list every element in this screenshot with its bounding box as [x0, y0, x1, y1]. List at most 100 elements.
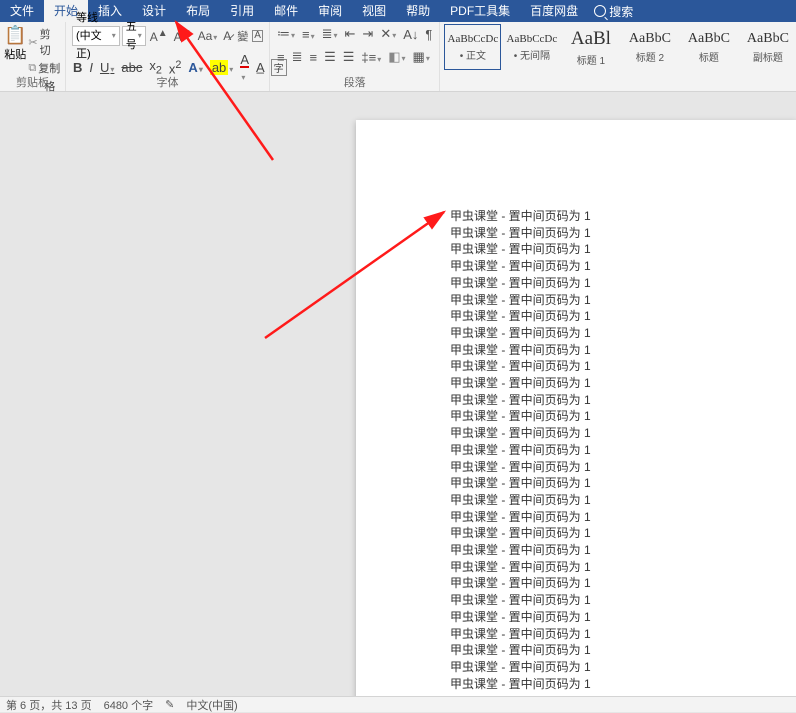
document-line[interactable]: 甲虫课堂 - 置中间页码为 1	[450, 408, 796, 425]
tell-me-search[interactable]: 搜索	[594, 3, 633, 20]
decrease-indent-button[interactable]: ⇤	[344, 26, 357, 42]
asian-layout-button[interactable]: ✕▾	[379, 26, 397, 42]
menu-tab-8[interactable]: 视图	[352, 0, 396, 22]
menu-tab-6[interactable]: 邮件	[264, 0, 308, 22]
clipboard-group: 📋 粘贴 ✂剪切 ⧉复制 🖌格式刷 剪贴板	[0, 22, 66, 91]
numbering-button[interactable]: ≡▾	[301, 27, 316, 42]
text-effects-button[interactable]: A▾	[187, 60, 203, 75]
style-item-2[interactable]: AaBl 标题 1	[562, 24, 619, 70]
document-line[interactable]: 甲虫课堂 - 置中间页码为 1	[450, 559, 796, 576]
justify-button[interactable]: ☰	[323, 49, 337, 65]
document-line[interactable]: 甲虫课堂 - 置中间页码为 1	[450, 292, 796, 309]
clear-formatting-button[interactable]: A̷	[221, 29, 233, 43]
align-left-button[interactable]: ≡	[276, 50, 286, 65]
document-page[interactable]: 甲虫课堂 - 置中间页码为 1甲虫课堂 - 置中间页码为 1甲虫课堂 - 置中间…	[356, 120, 796, 696]
document-line[interactable]: 甲虫课堂 - 置中间页码为 1	[450, 425, 796, 442]
document-line[interactable]: 甲虫课堂 - 置中间页码为 1	[450, 642, 796, 659]
document-line[interactable]: 甲虫课堂 - 置中间页码为 1	[450, 542, 796, 559]
document-line[interactable]: 甲虫课堂 - 置中间页码为 1	[450, 392, 796, 409]
document-line[interactable]: 甲虫课堂 - 置中间页码为 1	[450, 609, 796, 626]
align-center-button[interactable]: ≣	[291, 49, 304, 65]
strikethrough-button[interactable]: abc	[120, 60, 143, 75]
menu-tab-4[interactable]: 布局	[176, 0, 220, 22]
cut-button[interactable]: ✂剪切	[28, 26, 61, 58]
document-canvas[interactable]: 甲虫课堂 - 置中间页码为 1甲虫课堂 - 置中间页码为 1甲虫课堂 - 置中间…	[0, 92, 796, 696]
style-item-4[interactable]: AaBbC标题	[680, 24, 737, 70]
change-case-button[interactable]: Aa▾	[196, 29, 220, 43]
word-count[interactable]: 6480 个字	[104, 697, 154, 713]
bold-button[interactable]: B	[72, 60, 83, 75]
sort-button[interactable]: A↓	[402, 27, 419, 42]
font-size-combo[interactable]: 五号▾	[122, 26, 146, 46]
document-line[interactable]: 甲虫课堂 - 置中间页码为 1	[450, 375, 796, 392]
style-label: 标题	[699, 49, 719, 64]
document-line[interactable]: 甲虫课堂 - 置中间页码为 1	[450, 492, 796, 509]
style-label: 标题 2	[636, 49, 664, 64]
shading-button[interactable]: ◧▾	[387, 49, 406, 65]
style-preview: AaBbC	[629, 31, 671, 47]
menu-tab-3[interactable]: 设计	[132, 0, 176, 22]
line-spacing-button[interactable]: ‡≡▾	[360, 50, 382, 65]
highlight-button[interactable]: ab▾	[209, 60, 234, 75]
document-line[interactable]: 甲虫课堂 - 置中间页码为 1	[450, 575, 796, 592]
paste-button[interactable]: 📋 粘贴	[4, 24, 26, 62]
document-line[interactable]: 甲虫课堂 - 置中间页码为 1	[450, 241, 796, 258]
document-line[interactable]: 甲虫课堂 - 置中间页码为 1	[450, 342, 796, 359]
italic-button[interactable]: I	[88, 60, 94, 75]
phonetic-guide-button[interactable]: 變	[235, 28, 250, 44]
document-line[interactable]: 甲虫课堂 - 置中间页码为 1	[450, 208, 796, 225]
style-item-0[interactable]: AaBbCcDc• 正文	[444, 24, 501, 70]
document-line[interactable]: 甲虫课堂 - 置中间页码为 1	[450, 475, 796, 492]
document-line[interactable]: 甲虫课堂 - 置中间页码为 1	[450, 626, 796, 643]
chevron-down-icon: ▾	[112, 27, 116, 45]
borders-button[interactable]: ▦▾	[412, 49, 431, 65]
style-preview: AaBbCcDc	[507, 33, 558, 45]
chevron-down-icon: ▾	[138, 27, 142, 45]
style-item-1[interactable]: AaBbCcDc• 无间隔	[503, 24, 560, 70]
document-line[interactable]: 甲虫课堂 - 置中间页码为 1	[450, 358, 796, 375]
font-name-combo[interactable]: 等线 (中文正)▾	[72, 26, 120, 46]
style-item-5[interactable]: AaBbC副标题	[739, 24, 796, 70]
document-line[interactable]: 甲虫课堂 - 置中间页码为 1	[450, 459, 796, 476]
font-group: 等线 (中文正)▾ 五号▾ A▲ A▼ Aa▾ A̷ 變 A B I U▾ ab…	[66, 22, 270, 91]
menu-tab-11[interactable]: 百度网盘	[520, 0, 588, 22]
paragraph-group: ≔▾ ≡▾ ≣▾ ⇤ ⇥ ✕▾ A↓ ¶ ≡ ≣ ≡ ☰ ☰ ‡≡▾ ◧▾ ▦▾…	[270, 22, 440, 91]
style-preview: AaBl	[571, 28, 611, 50]
menu-tab-0[interactable]: 文件	[0, 0, 44, 22]
bullets-button[interactable]: ≔▾	[276, 26, 296, 42]
grow-font-button[interactable]: A▲	[148, 28, 170, 44]
underline-button[interactable]: U▾	[99, 60, 115, 75]
style-label: 标题 1	[577, 52, 605, 67]
document-line[interactable]: 甲虫课堂 - 置中间页码为 1	[450, 676, 796, 693]
char-shading-button[interactable]: A̲	[255, 60, 266, 75]
menu-tab-9[interactable]: 帮助	[396, 0, 440, 22]
document-line[interactable]: 甲虫课堂 - 置中间页码为 1	[450, 659, 796, 676]
document-line[interactable]: 甲虫课堂 - 置中间页码为 1	[450, 308, 796, 325]
menu-tab-5[interactable]: 引用	[220, 0, 264, 22]
proofing-icon[interactable]: ✎	[165, 698, 174, 711]
document-line[interactable]: 甲虫课堂 - 置中间页码为 1	[450, 225, 796, 242]
document-line[interactable]: 甲虫课堂 - 置中间页码为 1	[450, 275, 796, 292]
style-item-3[interactable]: AaBbC 标题 2	[621, 24, 678, 70]
show-marks-button[interactable]: ¶	[424, 27, 433, 42]
document-line[interactable]: 甲虫课堂 - 置中间页码为 1	[450, 325, 796, 342]
document-line[interactable]: 甲虫课堂 - 置中间页码为 1	[450, 509, 796, 526]
scissors-icon: ✂	[28, 36, 37, 49]
page-info[interactable]: 第 6 页，共 13 页	[6, 697, 92, 713]
distribute-button[interactable]: ☰	[342, 49, 356, 65]
align-right-button[interactable]: ≡	[308, 50, 318, 65]
language-status[interactable]: 中文(中国)	[186, 697, 237, 713]
enclose-char-button[interactable]: A	[252, 30, 263, 42]
style-preview: AaBbC	[747, 31, 789, 47]
document-line[interactable]: 甲虫课堂 - 置中间页码为 1	[450, 258, 796, 275]
document-line[interactable]: 甲虫课堂 - 置中间页码为 1	[450, 442, 796, 459]
multilevel-list-button[interactable]: ≣▾	[321, 26, 339, 42]
copy-icon: ⧉	[28, 62, 36, 75]
increase-indent-button[interactable]: ⇥	[361, 26, 374, 42]
shrink-font-button[interactable]: A▼	[172, 28, 194, 44]
menu-tab-7[interactable]: 审阅	[308, 0, 352, 22]
search-label: 搜索	[609, 3, 633, 20]
document-line[interactable]: 甲虫课堂 - 置中间页码为 1	[450, 592, 796, 609]
menu-tab-10[interactable]: PDF工具集	[440, 0, 520, 22]
document-line[interactable]: 甲虫课堂 - 置中间页码为 1	[450, 525, 796, 542]
